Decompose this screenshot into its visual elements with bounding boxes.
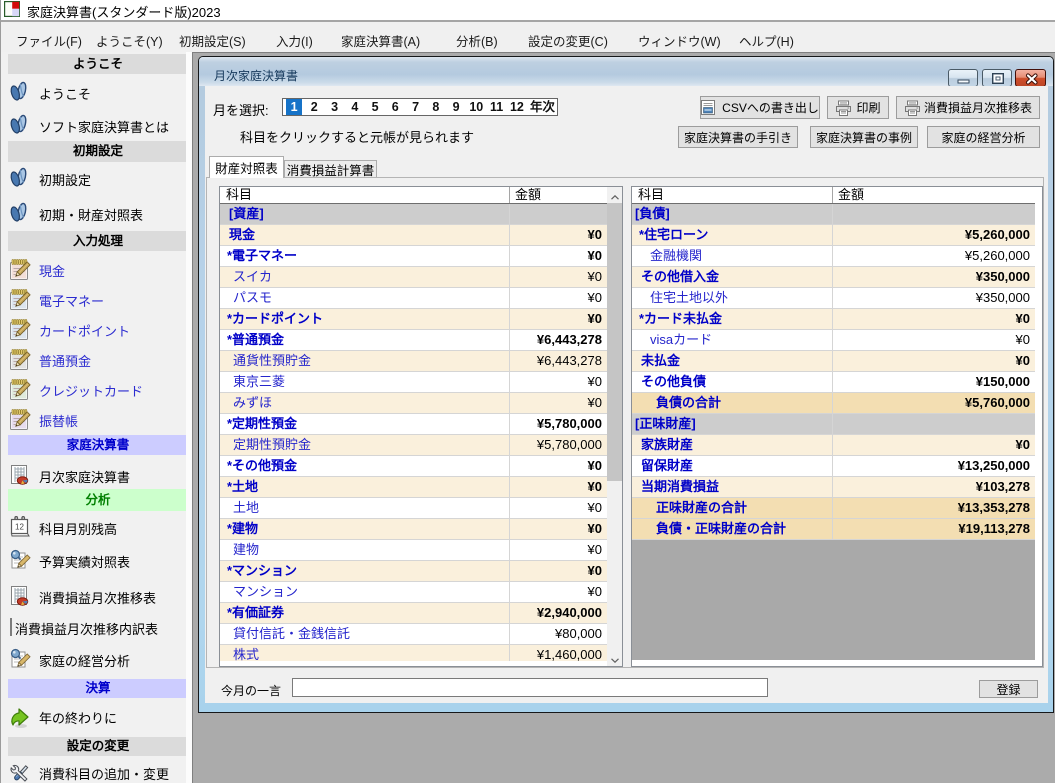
svg-text:12: 12	[15, 523, 24, 532]
